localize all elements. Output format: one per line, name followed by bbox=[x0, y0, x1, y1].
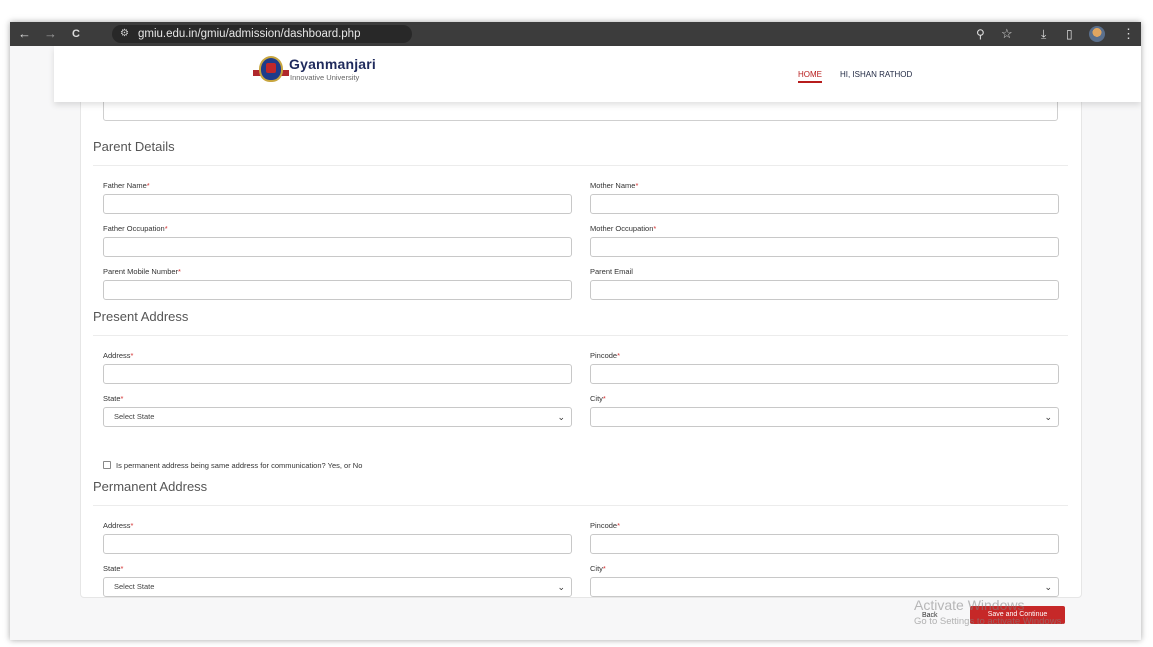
nav-user-greeting[interactable]: HI, ISHAN RATHOD bbox=[840, 70, 912, 79]
permanent-state-select[interactable]: Select State ⌄ bbox=[103, 577, 572, 597]
bookmark-star-icon[interactable]: ☆ bbox=[1001, 25, 1013, 43]
permanent-pincode-input[interactable] bbox=[590, 534, 1059, 554]
father-name-input[interactable] bbox=[103, 194, 572, 214]
permanent-address-label: Address* bbox=[103, 521, 134, 530]
permanent-address-input[interactable] bbox=[103, 534, 572, 554]
permanent-state-value: Select State bbox=[114, 582, 155, 591]
father-occupation-label: Father Occupation* bbox=[103, 224, 168, 233]
mother-occupation-label: Mother Occupation* bbox=[590, 224, 657, 233]
chevron-down-icon: ⌄ bbox=[1044, 582, 1052, 592]
activation-watermark-subtitle: Go to Settings to activate Windows. bbox=[914, 616, 1064, 627]
present-pincode-input[interactable] bbox=[590, 364, 1059, 384]
present-state-value: Select State bbox=[114, 412, 155, 421]
url-text[interactable]: gmiu.edu.in/gmiu/admission/dashboard.php bbox=[138, 25, 360, 43]
father-name-label: Father Name* bbox=[103, 181, 150, 190]
permanent-city-select[interactable]: ⌄ bbox=[590, 577, 1059, 597]
university-logo[interactable]: Gyanmanjari Innovative University bbox=[253, 54, 389, 92]
back-arrow-icon[interactable]: ← bbox=[18, 25, 31, 43]
chevron-down-icon: ⌄ bbox=[557, 582, 565, 592]
present-city-label: City* bbox=[590, 394, 606, 403]
site-header: Gyanmanjari Innovative University HOME H… bbox=[54, 46, 1141, 102]
browser-menu-icon[interactable]: ⋮ bbox=[1122, 25, 1135, 43]
nav-home-underline bbox=[798, 81, 822, 83]
chevron-down-icon: ⌄ bbox=[1044, 412, 1052, 422]
present-city-select[interactable]: ⌄ bbox=[590, 407, 1059, 427]
activation-watermark-title: Activate Windows bbox=[914, 597, 1025, 613]
admission-form-card: Parent Details Father Name* Mother Name*… bbox=[80, 86, 1082, 598]
section-divider bbox=[93, 335, 1068, 336]
nav-home-link[interactable]: HOME bbox=[798, 70, 822, 79]
present-state-select[interactable]: Select State ⌄ bbox=[103, 407, 572, 427]
side-panel-icon[interactable]: ▯ bbox=[1066, 25, 1073, 43]
same-address-checkbox-label[interactable]: Is permanent address being same address … bbox=[116, 460, 362, 471]
present-address-title: Present Address bbox=[93, 309, 189, 324]
present-state-label: State* bbox=[103, 394, 124, 403]
zoom-icon[interactable]: ⚲ bbox=[976, 25, 985, 43]
mother-occupation-input[interactable] bbox=[590, 237, 1059, 257]
site-info-icon[interactable]: ⚙ bbox=[120, 25, 129, 43]
parent-details-title: Parent Details bbox=[93, 139, 175, 154]
present-address-input[interactable] bbox=[103, 364, 572, 384]
parent-email-label: Parent Email bbox=[590, 267, 633, 276]
present-pincode-label: Pincode* bbox=[590, 351, 621, 360]
logo-title: Gyanmanjari bbox=[289, 56, 377, 72]
present-address-label: Address* bbox=[103, 351, 134, 360]
address-bar[interactable]: ⚙ gmiu.edu.in/gmiu/admission/dashboard.p… bbox=[112, 25, 412, 43]
parent-mobile-input[interactable] bbox=[103, 280, 572, 300]
download-icon[interactable]: ⤓ bbox=[1041, 25, 1046, 43]
browser-window: ← → C ⚙ gmiu.edu.in/gmiu/admission/dashb… bbox=[10, 22, 1141, 640]
mother-name-input[interactable] bbox=[590, 194, 1059, 214]
section-divider bbox=[93, 505, 1068, 506]
forward-arrow-icon[interactable]: → bbox=[44, 25, 57, 43]
section-divider bbox=[93, 165, 1068, 166]
same-address-checkbox[interactable] bbox=[103, 461, 111, 469]
logo-subtitle: Innovative University bbox=[290, 73, 360, 82]
father-occupation-input[interactable] bbox=[103, 237, 572, 257]
parent-mobile-label: Parent Mobile Number* bbox=[103, 267, 181, 276]
permanent-pincode-label: Pincode* bbox=[590, 521, 621, 530]
logo-emblem-icon bbox=[259, 56, 283, 82]
mother-name-label: Mother Name* bbox=[590, 181, 639, 190]
permanent-city-label: City* bbox=[590, 564, 606, 573]
permanent-state-label: State* bbox=[103, 564, 124, 573]
browser-toolbar: ← → C ⚙ gmiu.edu.in/gmiu/admission/dashb… bbox=[10, 22, 1141, 46]
parent-email-input[interactable] bbox=[590, 280, 1059, 300]
reload-icon[interactable]: C bbox=[72, 25, 80, 43]
chevron-down-icon: ⌄ bbox=[557, 412, 565, 422]
profile-avatar[interactable] bbox=[1089, 26, 1105, 42]
permanent-address-title: Permanent Address bbox=[93, 479, 208, 494]
